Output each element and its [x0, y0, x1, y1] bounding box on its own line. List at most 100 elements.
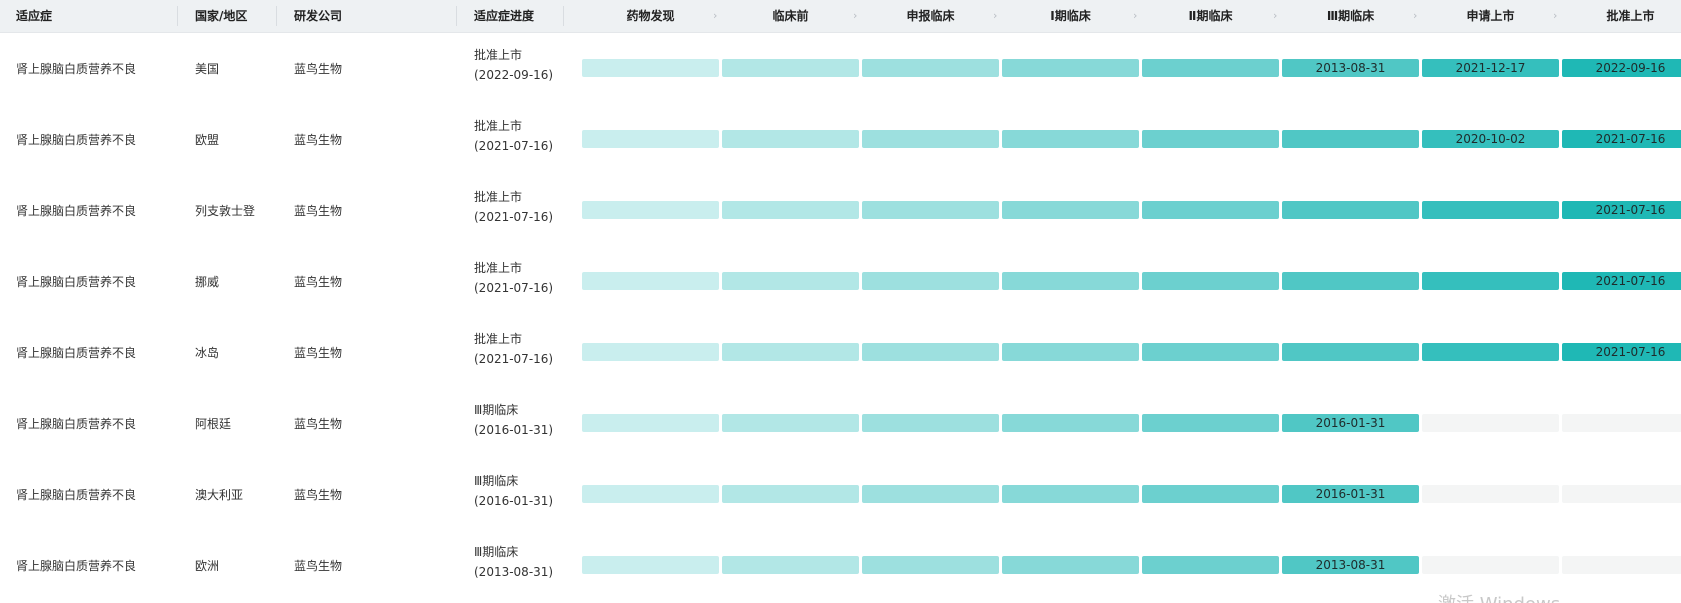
- table-row[interactable]: 肾上腺脑白质营养不良 列支敦士登 蓝鸟生物 批准上市 (2021-07-16) 2021-…: [0, 176, 1681, 247]
- stage-bar-filled: [1282, 343, 1419, 361]
- row-company: 蓝鸟生物: [294, 204, 343, 218]
- row-progress-status: 批准上市: [474, 119, 523, 133]
- row-progress-date: (2016-01-31): [474, 494, 554, 508]
- row-indication: 肾上腺脑白质营养不良: [16, 275, 137, 289]
- pipeline-table: 适应症 国家/地区 研发公司 适应症进度 药物发现 › 临床前 › 申报临床 › Ⅰ期临床 ›…: [0, 0, 1681, 603]
- stage-bar-filled: [722, 485, 859, 503]
- row-country: 欧盟: [195, 133, 220, 147]
- stage-bar-filled: [1142, 130, 1279, 148]
- stage-bar-filled: [722, 556, 859, 574]
- row-progress-date: (2022-09-16): [474, 68, 554, 82]
- stage-bar-filled: 2016-01-31: [1282, 414, 1419, 432]
- stage-header-2: 申报临床: [906, 9, 955, 23]
- row-company: 蓝鸟生物: [294, 62, 343, 76]
- stage-bar-filled: [1002, 556, 1139, 574]
- stage-bar-filled: [1282, 130, 1419, 148]
- row-country: 欧洲: [195, 559, 220, 573]
- stage-header-3: Ⅰ期临床: [1050, 9, 1091, 23]
- table-row[interactable]: 肾上腺脑白质营养不良 欧盟 蓝鸟生物 批准上市 (2021-07-16) 2020-10-…: [0, 105, 1681, 176]
- stage-bar-filled: [862, 59, 999, 77]
- stage-bar-empty: [1422, 485, 1559, 503]
- row-progress-date: (2016-01-31): [474, 423, 554, 437]
- stage-header-6: 申请上市: [1466, 9, 1515, 23]
- row-company: 蓝鸟生物: [294, 559, 343, 573]
- stage-bar-filled: [1142, 272, 1279, 290]
- header-country: 国家/地区: [195, 9, 248, 23]
- row-progress-status: 批准上市: [474, 261, 523, 275]
- stage-bar-filled: [862, 130, 999, 148]
- row-progress-date: (2021-07-16): [474, 210, 554, 224]
- table-row[interactable]: 肾上腺脑白质营养不良 冰岛 蓝鸟生物 批准上市 (2021-07-16) 2021-07-…: [0, 318, 1681, 389]
- header-divider: [456, 6, 457, 26]
- stage-bar-filled: [1002, 343, 1139, 361]
- header-company: 研发公司: [294, 9, 343, 23]
- row-progress-status: Ⅲ期临床: [474, 403, 519, 417]
- stage-bar-filled: [1422, 201, 1559, 219]
- stage-bar-filled: [862, 414, 999, 432]
- stage-bar-filled: [1002, 414, 1139, 432]
- row-progress-status: 批准上市: [474, 48, 523, 62]
- row-company: 蓝鸟生物: [294, 346, 343, 360]
- header-progress: 适应症进度: [474, 9, 535, 23]
- chevron-right-icon: ›: [1273, 9, 1278, 22]
- row-progress-status: 批准上市: [474, 190, 523, 204]
- stage-bar-filled: [1142, 59, 1279, 77]
- stage-bar-filled: 2021-12-17: [1422, 59, 1559, 77]
- stage-bar-empty: [1562, 414, 1681, 432]
- header-divider: [563, 6, 564, 26]
- stage-bar-filled: 2021-07-16: [1562, 130, 1681, 148]
- stage-bar-filled: [1142, 485, 1279, 503]
- stage-bar-filled: [862, 343, 999, 361]
- stage-bar-filled: 2021-07-16: [1562, 272, 1681, 290]
- stage-bar-filled: [582, 556, 719, 574]
- stage-header-7: 批准上市: [1606, 9, 1655, 23]
- stage-bar-filled: [722, 201, 859, 219]
- stage-bar-filled: [582, 59, 719, 77]
- stage-bar-filled: [722, 414, 859, 432]
- chevron-right-icon: ›: [1413, 9, 1418, 22]
- stage-bar-filled: [582, 414, 719, 432]
- stage-bar-filled: [862, 485, 999, 503]
- row-company: 蓝鸟生物: [294, 133, 343, 147]
- row-progress-date: (2013-08-31): [474, 565, 554, 579]
- stage-bar-filled: [722, 59, 859, 77]
- stage-bar-filled: [582, 130, 719, 148]
- table-header: 适应症 国家/地区 研发公司 适应症进度 药物发现 › 临床前 › 申报临床 › Ⅰ期临床 ›…: [0, 0, 1681, 33]
- stage-bar-filled: [1142, 201, 1279, 219]
- stage-bar-filled: [1002, 59, 1139, 77]
- stage-bar-empty: [1562, 485, 1681, 503]
- row-country: 阿根廷: [195, 417, 232, 431]
- stage-bar-filled: [582, 272, 719, 290]
- table-row[interactable]: 肾上腺脑白质营养不良 美国 蓝鸟生物 批准上市 (2022-09-16) 2013-08-…: [0, 34, 1681, 105]
- table-row[interactable]: 肾上腺脑白质营养不良 澳大利亚 蓝鸟生物 Ⅲ期临床 (2016-01-31) 2016-0…: [0, 460, 1681, 531]
- stage-bar-empty: [1562, 556, 1681, 574]
- row-progress-date: (2021-07-16): [474, 352, 554, 366]
- stage-bar-filled: [582, 201, 719, 219]
- row-progress-date: (2021-07-16): [474, 139, 554, 153]
- stage-bar-filled: [862, 556, 999, 574]
- chevron-right-icon: ›: [853, 9, 858, 22]
- row-indication: 肾上腺脑白质营养不良: [16, 559, 137, 573]
- header-divider: [177, 6, 178, 26]
- row-progress-status: Ⅲ期临床: [474, 474, 519, 488]
- row-indication: 肾上腺脑白质营养不良: [16, 488, 137, 502]
- table-row[interactable]: 肾上腺脑白质营养不良 欧洲 蓝鸟生物 Ⅲ期临床 (2013-08-31) 2013-08-…: [0, 531, 1681, 602]
- stage-header-0: 药物发现: [626, 9, 675, 23]
- chevron-right-icon: ›: [713, 9, 718, 22]
- stage-header-1: 临床前: [772, 9, 809, 23]
- stage-bar-filled: [1002, 130, 1139, 148]
- stage-bar-filled: [1282, 272, 1419, 290]
- stage-bar-filled: 2016-01-31: [1282, 485, 1419, 503]
- stage-bar-filled: [1142, 414, 1279, 432]
- stage-bar-filled: [722, 130, 859, 148]
- stage-bar-filled: [1142, 343, 1279, 361]
- row-company: 蓝鸟生物: [294, 488, 343, 502]
- row-indication: 肾上腺脑白质营养不良: [16, 346, 137, 360]
- row-progress-status: Ⅲ期临床: [474, 545, 519, 559]
- table-row[interactable]: 肾上腺脑白质营养不良 挪威 蓝鸟生物 批准上市 (2021-07-16) 2021-07-…: [0, 247, 1681, 318]
- stage-bar-filled: [722, 343, 859, 361]
- row-country: 挪威: [195, 275, 220, 289]
- table-row[interactable]: 肾上腺脑白质营养不良 阿根廷 蓝鸟生物 Ⅲ期临床 (2016-01-31) 2016-01…: [0, 389, 1681, 460]
- stage-bar-filled: [862, 272, 999, 290]
- stage-header-5: Ⅲ期临床: [1326, 9, 1375, 23]
